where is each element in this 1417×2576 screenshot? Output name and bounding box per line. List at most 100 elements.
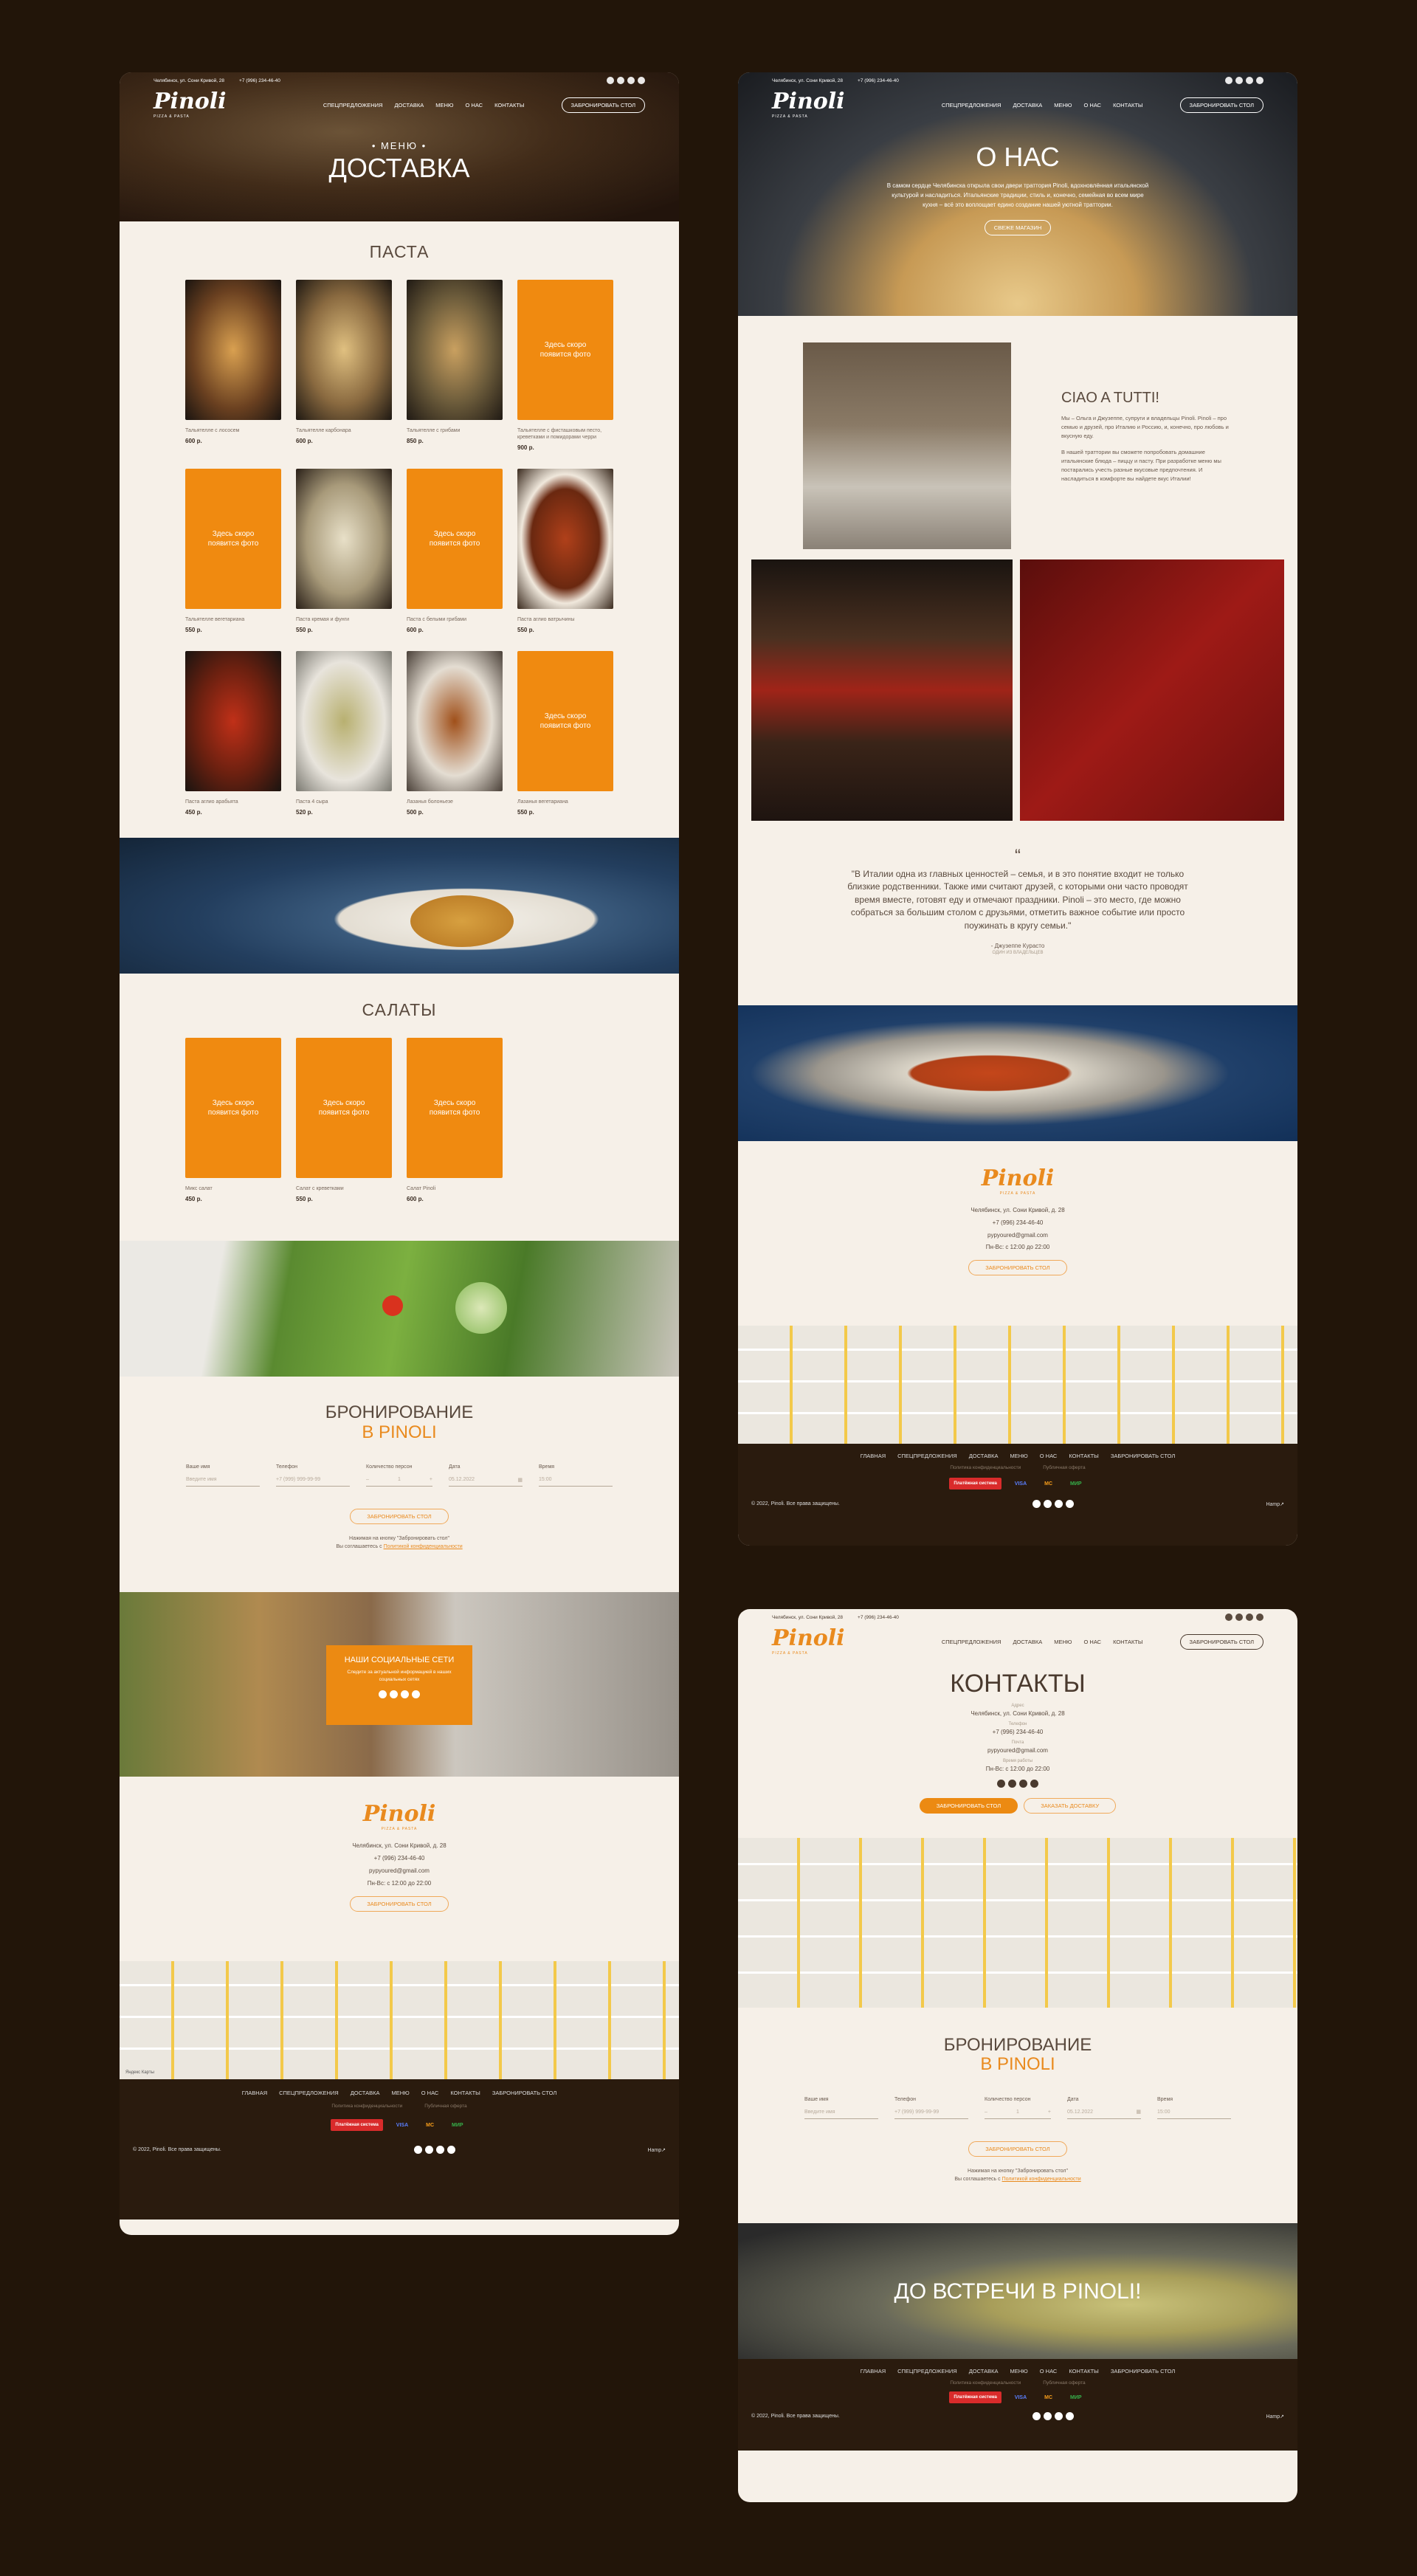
footer-nav-menu[interactable]: МЕНЮ [1010, 1453, 1028, 1459]
nav-about[interactable]: О НАС [1083, 1639, 1101, 1645]
instagram-icon[interactable] [1235, 77, 1243, 84]
privacy-link[interactable]: Политика конфиденциальности [950, 1465, 1021, 1470]
instagram-icon[interactable] [617, 77, 624, 84]
telegram-icon[interactable] [1225, 1614, 1232, 1621]
footer-nav-book[interactable]: ЗАБРОНИРОВАТЬ СТОЛ [1111, 1453, 1175, 1459]
odnoklassniki-icon[interactable] [1065, 1500, 1074, 1508]
logo[interactable]: Pinoli PIZZA & PASTA [154, 91, 227, 120]
contact-phone[interactable]: +7 (996) 234-46-40 [120, 1853, 679, 1865]
footer-nav-contacts[interactable]: КОНТАКТЫ [450, 2090, 480, 2096]
menu-item-card[interactable]: Тальятелле карбонара 600 р. [296, 280, 392, 451]
developer-link[interactable]: Hamp↗ [647, 2147, 666, 2153]
telegram-icon[interactable] [379, 1690, 387, 1698]
submit-booking-button[interactable]: ЗАБРОНИРОВАТЬ СТОЛ [968, 2141, 1067, 2157]
logo[interactable]: Pinoli PIZZA & PASTA [772, 91, 845, 120]
telegram-icon[interactable] [1032, 1500, 1041, 1508]
phone-input[interactable]: +7 (999) 999-99-99 [276, 1473, 350, 1487]
vk-icon[interactable] [1246, 1614, 1253, 1621]
privacy-link[interactable]: Политикой конфиденциальности [384, 1544, 463, 1549]
odnoklassniki-icon[interactable] [412, 1690, 420, 1698]
nav-about[interactable]: О НАС [465, 102, 483, 109]
vk-icon[interactable] [401, 1690, 409, 1698]
nav-menu[interactable]: МЕНЮ [1054, 1639, 1072, 1645]
privacy-link[interactable]: Политика конфиденциальности [331, 2104, 402, 2109]
name-input[interactable]: Введите имя [804, 2106, 878, 2119]
menu-item-card[interactable]: Здесь скоро появится фото Салат Pinoli 600… [407, 1038, 503, 1202]
footer-nav-about[interactable]: О НАС [1040, 2368, 1058, 2374]
book-table-filled-button[interactable]: ЗАБРОНИРОВАТЬ СТОЛ [919, 1798, 1018, 1814]
book-table-button[interactable]: ЗАБРОНИРОВАТЬ СТОЛ [1179, 1633, 1263, 1650]
footer-nav-contacts[interactable]: КОНТАКТЫ [1069, 2368, 1098, 2374]
footer-nav-menu[interactable]: МЕНЮ [1010, 2368, 1028, 2374]
instagram-icon[interactable] [424, 2146, 433, 2155]
odnoklassniki-icon[interactable] [1030, 1780, 1038, 1788]
nav-delivery[interactable]: ДОСТАВКА [1013, 1639, 1042, 1645]
vk-icon[interactable] [1054, 1500, 1063, 1508]
footer-nav-specials[interactable]: СПЕЦПРЕДЛОЖЕНИЯ [897, 2368, 957, 2374]
footer-nav-home[interactable]: ГЛАВНАЯ [861, 1453, 886, 1459]
telegram-icon[interactable] [997, 1780, 1005, 1788]
telegram-icon[interactable] [413, 2146, 422, 2155]
guests-stepper[interactable]: –1 + [985, 2106, 1051, 2119]
logo[interactable]: Pinoli PIZZA & PASTA [772, 1628, 845, 1656]
phone-text[interactable]: +7 (996) 234-46-40 [858, 1615, 899, 1620]
footer-nav-specials[interactable]: СПЕЦПРЕДЛОЖЕНИЯ [897, 1453, 957, 1459]
guests-stepper[interactable]: –1 + [366, 1473, 432, 1487]
name-input[interactable]: Введите имя [186, 1473, 260, 1487]
phone-text[interactable]: +7 (996) 234-46-40 [239, 78, 280, 83]
footer-nav-delivery[interactable]: ДОСТАВКА [351, 2090, 380, 2096]
developer-link[interactable]: Hamp↗ [1266, 2414, 1284, 2420]
vk-icon[interactable] [435, 2146, 444, 2155]
footer-nav-book[interactable]: ЗАБРОНИРОВАТЬ СТОЛ [492, 2090, 556, 2096]
map[interactable] [738, 1838, 1297, 2008]
menu-item-card[interactable]: Паста аглио арабьята 450 р. [185, 651, 281, 816]
menu-item-card[interactable]: Здесь скоро появится фото Лазанья вегетар… [517, 651, 613, 816]
odnoklassniki-icon[interactable] [447, 2146, 455, 2155]
contact-email[interactable]: pypyoured@gmail.com [120, 1865, 679, 1878]
nav-menu[interactable]: МЕНЮ [435, 102, 453, 109]
telegram-icon[interactable] [607, 77, 614, 84]
vk-icon[interactable] [1019, 1780, 1027, 1788]
instagram-icon[interactable] [1043, 1500, 1052, 1508]
vk-icon[interactable] [1246, 77, 1253, 84]
nav-specials[interactable]: СПЕЦПРЕДЛОЖЕНИЯ [942, 1639, 1001, 1645]
vk-icon[interactable] [1054, 2412, 1063, 2420]
nav-delivery[interactable]: ДОСТАВКА [394, 102, 424, 109]
privacy-link[interactable]: Политика конфиденциальности [950, 2380, 1021, 2386]
footer-nav-delivery[interactable]: ДОСТАВКА [969, 2368, 999, 2374]
order-delivery-button[interactable]: ЗАКАЗАТЬ ДОСТАВКУ [1024, 1798, 1117, 1814]
offer-link[interactable]: Публичная оферта [1043, 2380, 1085, 2386]
submit-booking-button[interactable]: ЗАБРОНИРОВАТЬ СТОЛ [350, 1509, 449, 1525]
map[interactable] [738, 1326, 1297, 1444]
footer-nav-home[interactable]: ГЛАВНАЯ [861, 2368, 886, 2374]
instagram-icon[interactable] [1043, 2412, 1052, 2420]
odnoklassniki-icon[interactable] [1065, 2412, 1074, 2420]
contact-phone[interactable]: +7 (996) 234-46-40 [738, 1728, 1297, 1737]
instagram-icon[interactable] [1235, 1614, 1243, 1621]
book-table-button[interactable]: ЗАБРОНИРОВАТЬ СТОЛ [1179, 97, 1263, 113]
contact-email[interactable]: pypyoured@gmail.com [738, 1746, 1297, 1755]
map[interactable]: Яндекс Карты [120, 1961, 679, 2080]
offer-link[interactable]: Публичная оферта [424, 2104, 466, 2109]
time-input[interactable]: 15:00 [1157, 2106, 1231, 2119]
footer-nav-menu[interactable]: МЕНЮ [392, 2090, 410, 2096]
nav-specials[interactable]: СПЕЦПРЕДЛОЖЕНИЯ [942, 102, 1001, 109]
nav-contacts[interactable]: КОНТАКТЫ [494, 102, 524, 109]
time-input[interactable]: 15:00 [539, 1473, 613, 1487]
odnoklassniki-icon[interactable] [1256, 77, 1263, 84]
footer-nav-specials[interactable]: СПЕЦПРЕДЛОЖЕНИЯ [279, 2090, 339, 2096]
menu-item-card[interactable]: Лазанья болоньезе 500 р. [407, 651, 503, 816]
date-input[interactable]: 05.12.2022 ▦ [1067, 2106, 1141, 2119]
odnoklassniki-icon[interactable] [1256, 1614, 1263, 1621]
menu-item-card[interactable]: Здесь скоро появится фото Салат с креветк… [296, 1038, 392, 1202]
vk-icon[interactable] [627, 77, 635, 84]
menu-item-card[interactable]: Паста 4 сыра 520 р. [296, 651, 392, 816]
nav-contacts[interactable]: КОНТАКТЫ [1113, 102, 1142, 109]
date-input[interactable]: 05.12.2022 ▦ [449, 1473, 523, 1487]
menu-item-card[interactable]: Тальятелле с лососем 600 р. [185, 280, 281, 451]
telegram-icon[interactable] [1032, 2412, 1041, 2420]
phone-text[interactable]: +7 (996) 234-46-40 [858, 78, 899, 83]
footer-nav-delivery[interactable]: ДОСТАВКА [969, 1453, 999, 1459]
contact-email[interactable]: pypyoured@gmail.com [738, 1230, 1297, 1242]
instagram-icon[interactable] [390, 1690, 398, 1698]
